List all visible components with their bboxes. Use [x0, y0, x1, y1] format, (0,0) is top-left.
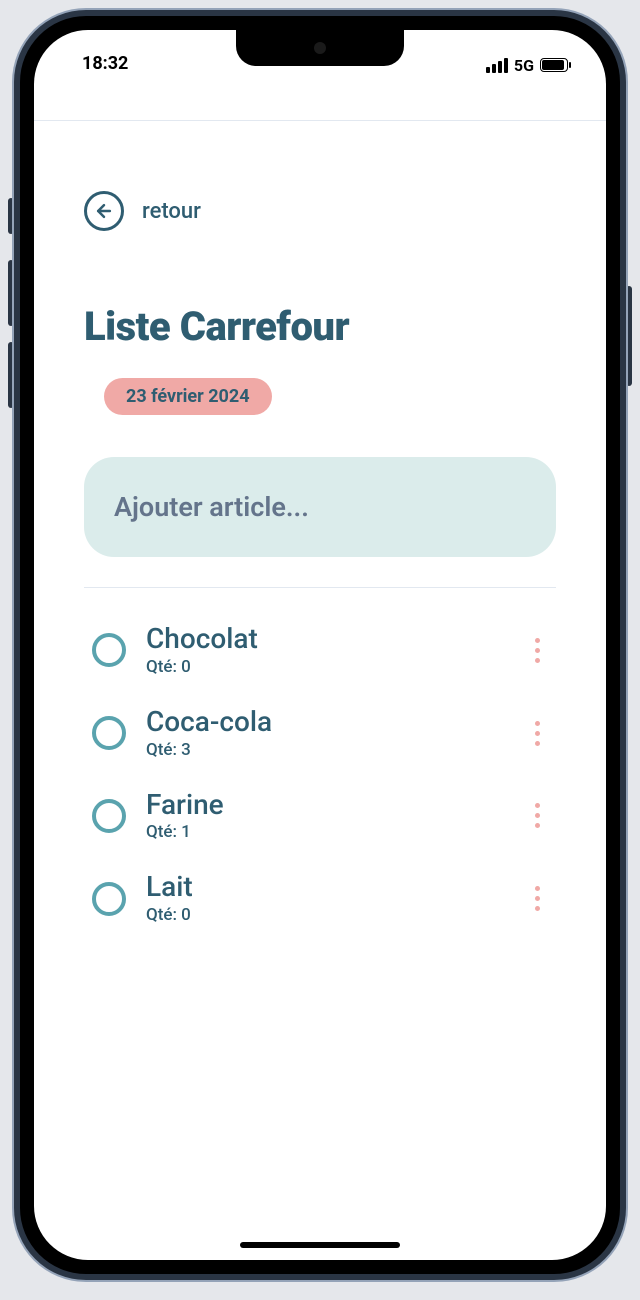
- cellular-signal-icon: [486, 58, 508, 73]
- add-item-input[interactable]: Ajouter article...: [84, 457, 556, 557]
- more-options-icon[interactable]: [527, 630, 548, 671]
- page-title: Liste Carrefour: [84, 303, 556, 350]
- back-label: retour: [142, 199, 201, 224]
- battery-icon: [540, 58, 568, 72]
- list-item: Coca-colaQté: 3: [92, 707, 548, 760]
- divider: [34, 120, 606, 121]
- item-quantity: Qté: 0: [146, 905, 507, 925]
- item-name: Coca-cola: [146, 707, 507, 738]
- item-quantity: Qté: 0: [146, 657, 507, 677]
- more-options-icon[interactable]: [527, 713, 548, 754]
- checkbox[interactable]: [92, 799, 126, 833]
- network-type: 5G: [514, 56, 534, 75]
- more-options-icon[interactable]: [527, 878, 548, 919]
- status-time: 18:32: [82, 53, 128, 74]
- item-text: Coca-colaQté: 3: [146, 707, 507, 760]
- item-text: FarineQté: 1: [146, 790, 507, 843]
- item-quantity: Qté: 1: [146, 822, 507, 842]
- phone-power-button: [626, 286, 632, 386]
- phone-notch: [236, 30, 404, 66]
- phone-frame: 18:32 5G: [14, 10, 626, 1280]
- list-item: FarineQté: 1: [92, 790, 548, 843]
- item-name: Lait: [146, 872, 507, 903]
- arrow-left-icon: [84, 191, 124, 231]
- home-indicator[interactable]: [240, 1242, 400, 1248]
- list-item: ChocolatQté: 0: [92, 624, 548, 677]
- list-item: LaitQté: 0: [92, 872, 548, 925]
- divider: [84, 587, 556, 588]
- item-text: LaitQté: 0: [146, 872, 507, 925]
- checkbox[interactable]: [92, 882, 126, 916]
- item-name: Farine: [146, 790, 507, 821]
- item-text: ChocolatQté: 0: [146, 624, 507, 677]
- back-button[interactable]: retour: [84, 191, 556, 231]
- item-name: Chocolat: [146, 624, 507, 655]
- date-badge: 23 février 2024: [104, 378, 272, 415]
- item-quantity: Qté: 3: [146, 740, 507, 760]
- more-options-icon[interactable]: [527, 795, 548, 836]
- checkbox[interactable]: [92, 633, 126, 667]
- checkbox[interactable]: [92, 716, 126, 750]
